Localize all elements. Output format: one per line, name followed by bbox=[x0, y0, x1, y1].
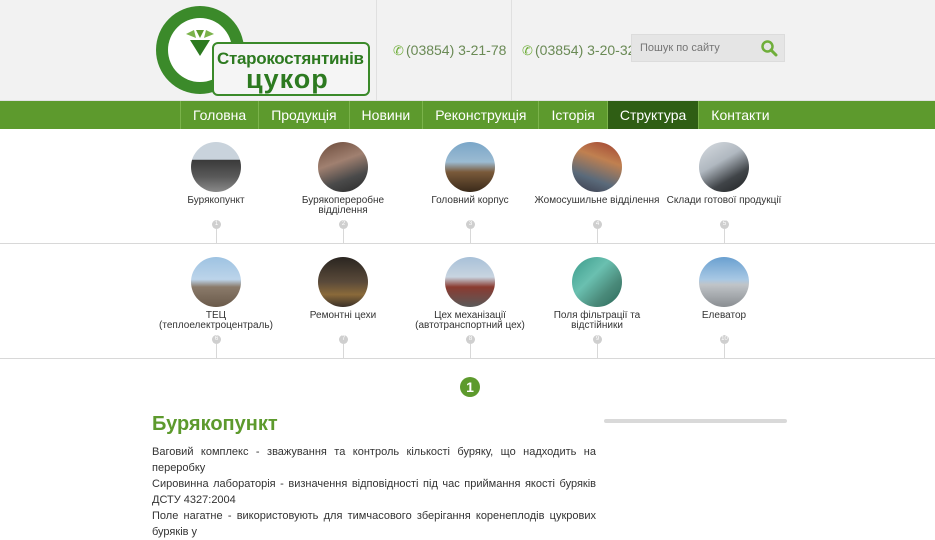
structure-item-7[interactable]: Ремонтні цехи bbox=[278, 257, 408, 321]
phone-1[interactable]: ✆ (03854) 3-21-78 bbox=[393, 42, 506, 59]
site-header: Старокостянтинів цукор ✆ (03854) 3-21-78 … bbox=[0, 0, 935, 101]
nav-item-5[interactable]: Структура bbox=[606, 101, 699, 129]
connector-line bbox=[470, 344, 471, 359]
connector-line bbox=[724, 344, 725, 359]
elevator-photo[interactable] bbox=[699, 257, 749, 307]
connector-line bbox=[343, 344, 344, 359]
section-title: Бурякопункт bbox=[152, 413, 278, 435]
phone-icon: ✆ bbox=[522, 43, 533, 58]
structure-item-label[interactable]: Бурякопункт bbox=[151, 196, 281, 206]
structure-item-9[interactable]: Поля фільтрації та відстійники bbox=[532, 257, 662, 331]
search-input[interactable] bbox=[632, 35, 758, 61]
connector-line bbox=[724, 229, 725, 244]
main-building-photo[interactable] bbox=[445, 142, 495, 192]
step-number[interactable]: 10 bbox=[720, 335, 729, 344]
step-number[interactable]: 8 bbox=[466, 335, 475, 344]
step-number[interactable]: 2 bbox=[339, 220, 348, 229]
structure-item-label[interactable]: Ремонтні цехи bbox=[278, 311, 408, 321]
structure-item-label[interactable]: Поля фільтрації та відстійники bbox=[532, 311, 662, 331]
structure-item-8[interactable]: Цех механізації (автотранспортний цех) bbox=[405, 257, 535, 331]
connector-line bbox=[343, 229, 344, 244]
structure-item-10[interactable]: Елеватор bbox=[659, 257, 789, 321]
search-box bbox=[631, 34, 785, 62]
header-divider bbox=[376, 0, 377, 101]
sidebar-divider bbox=[604, 419, 787, 423]
step-number[interactable]: 4 bbox=[593, 220, 602, 229]
section-content: Ваговий комплекс - зважування та контрол… bbox=[152, 444, 596, 540]
structure-item-5[interactable]: Склади готової продукції bbox=[659, 142, 789, 206]
phone-icon: ✆ bbox=[393, 43, 404, 58]
warehouse-photo[interactable] bbox=[699, 142, 749, 192]
structure-item-2[interactable]: Бурякопереробне відділення bbox=[278, 142, 408, 216]
connector-line bbox=[216, 344, 217, 359]
structure-item-1[interactable]: Бурякопункт bbox=[151, 142, 281, 206]
content-paragraph: Поле нагатне - використовують для тимчас… bbox=[152, 510, 596, 538]
structure-item-label[interactable]: Склади готової продукції bbox=[659, 196, 789, 206]
step-number[interactable]: 7 bbox=[339, 335, 348, 344]
nav-item-2[interactable]: Новини bbox=[348, 101, 423, 129]
transport-photo[interactable] bbox=[445, 257, 495, 307]
step-number[interactable]: 9 bbox=[593, 335, 602, 344]
search-icon[interactable] bbox=[760, 39, 778, 57]
connector-line bbox=[597, 344, 598, 359]
nav-list: Головна Продукція Новини Реконструкція Істор… bbox=[180, 101, 782, 129]
step-number[interactable]: 5 bbox=[720, 220, 729, 229]
beet-station-photo[interactable] bbox=[191, 142, 241, 192]
phone-2[interactable]: ✆ (03854) 3-20-32 bbox=[522, 42, 635, 59]
processing-photo[interactable] bbox=[318, 142, 368, 192]
nav-item-0[interactable]: Головна bbox=[180, 101, 258, 129]
section-number: 1 bbox=[460, 377, 480, 397]
structure-item-label[interactable]: Головний корпус bbox=[405, 196, 535, 206]
step-number[interactable]: 3 bbox=[466, 220, 475, 229]
nav-item-3[interactable]: Реконструкція bbox=[422, 101, 538, 129]
nav-item-1[interactable]: Продукція bbox=[258, 101, 348, 129]
content-paragraph: Сировинна лабораторія - визначення відпо… bbox=[152, 478, 596, 506]
structure-item-label[interactable]: Жомосушильне відділення bbox=[532, 196, 662, 206]
ponds-photo[interactable] bbox=[572, 257, 622, 307]
drying-photo[interactable] bbox=[572, 142, 622, 192]
step-number[interactable]: 6 bbox=[212, 335, 221, 344]
content-paragraph: Ваговий комплекс - зважування та контрол… bbox=[152, 446, 596, 474]
structure-item-4[interactable]: Жомосушильне відділення bbox=[532, 142, 662, 206]
structure-item-label[interactable]: Елеватор bbox=[659, 311, 789, 321]
power-plant-photo[interactable] bbox=[191, 257, 241, 307]
nav-item-6[interactable]: Контакти bbox=[698, 101, 781, 129]
step-number[interactable]: 1 bbox=[212, 220, 221, 229]
site-logo[interactable]: Старокостянтинів цукор bbox=[156, 6, 376, 98]
main-nav: Головна Продукція Новини Реконструкція Істор… bbox=[0, 101, 935, 129]
structure-item-3[interactable]: Головний корпус bbox=[405, 142, 535, 206]
structure-item-6[interactable]: ТЕЦ (теплоелектроцентраль) bbox=[151, 257, 281, 331]
repair-photo[interactable] bbox=[318, 257, 368, 307]
logo-text-bottom: цукор bbox=[246, 64, 329, 94]
connector-line bbox=[216, 229, 217, 244]
connector-line bbox=[597, 229, 598, 244]
structure-row-2: ТЕЦ (теплоелектроцентраль) 6 Ремонтні цехи… bbox=[0, 244, 935, 359]
structure-item-label[interactable]: Цех механізації (автотранспортний цех) bbox=[405, 311, 535, 331]
structure-item-label[interactable]: ТЕЦ (теплоелектроцентраль) bbox=[151, 311, 281, 331]
header-divider bbox=[511, 0, 512, 101]
structure-row-1: Бурякопункт 1 Бурякопереробне відділення 2 Г… bbox=[0, 129, 935, 244]
nav-item-4[interactable]: Історія bbox=[538, 101, 606, 129]
connector-line bbox=[470, 229, 471, 244]
structure-item-label[interactable]: Бурякопереробне відділення bbox=[278, 196, 408, 216]
